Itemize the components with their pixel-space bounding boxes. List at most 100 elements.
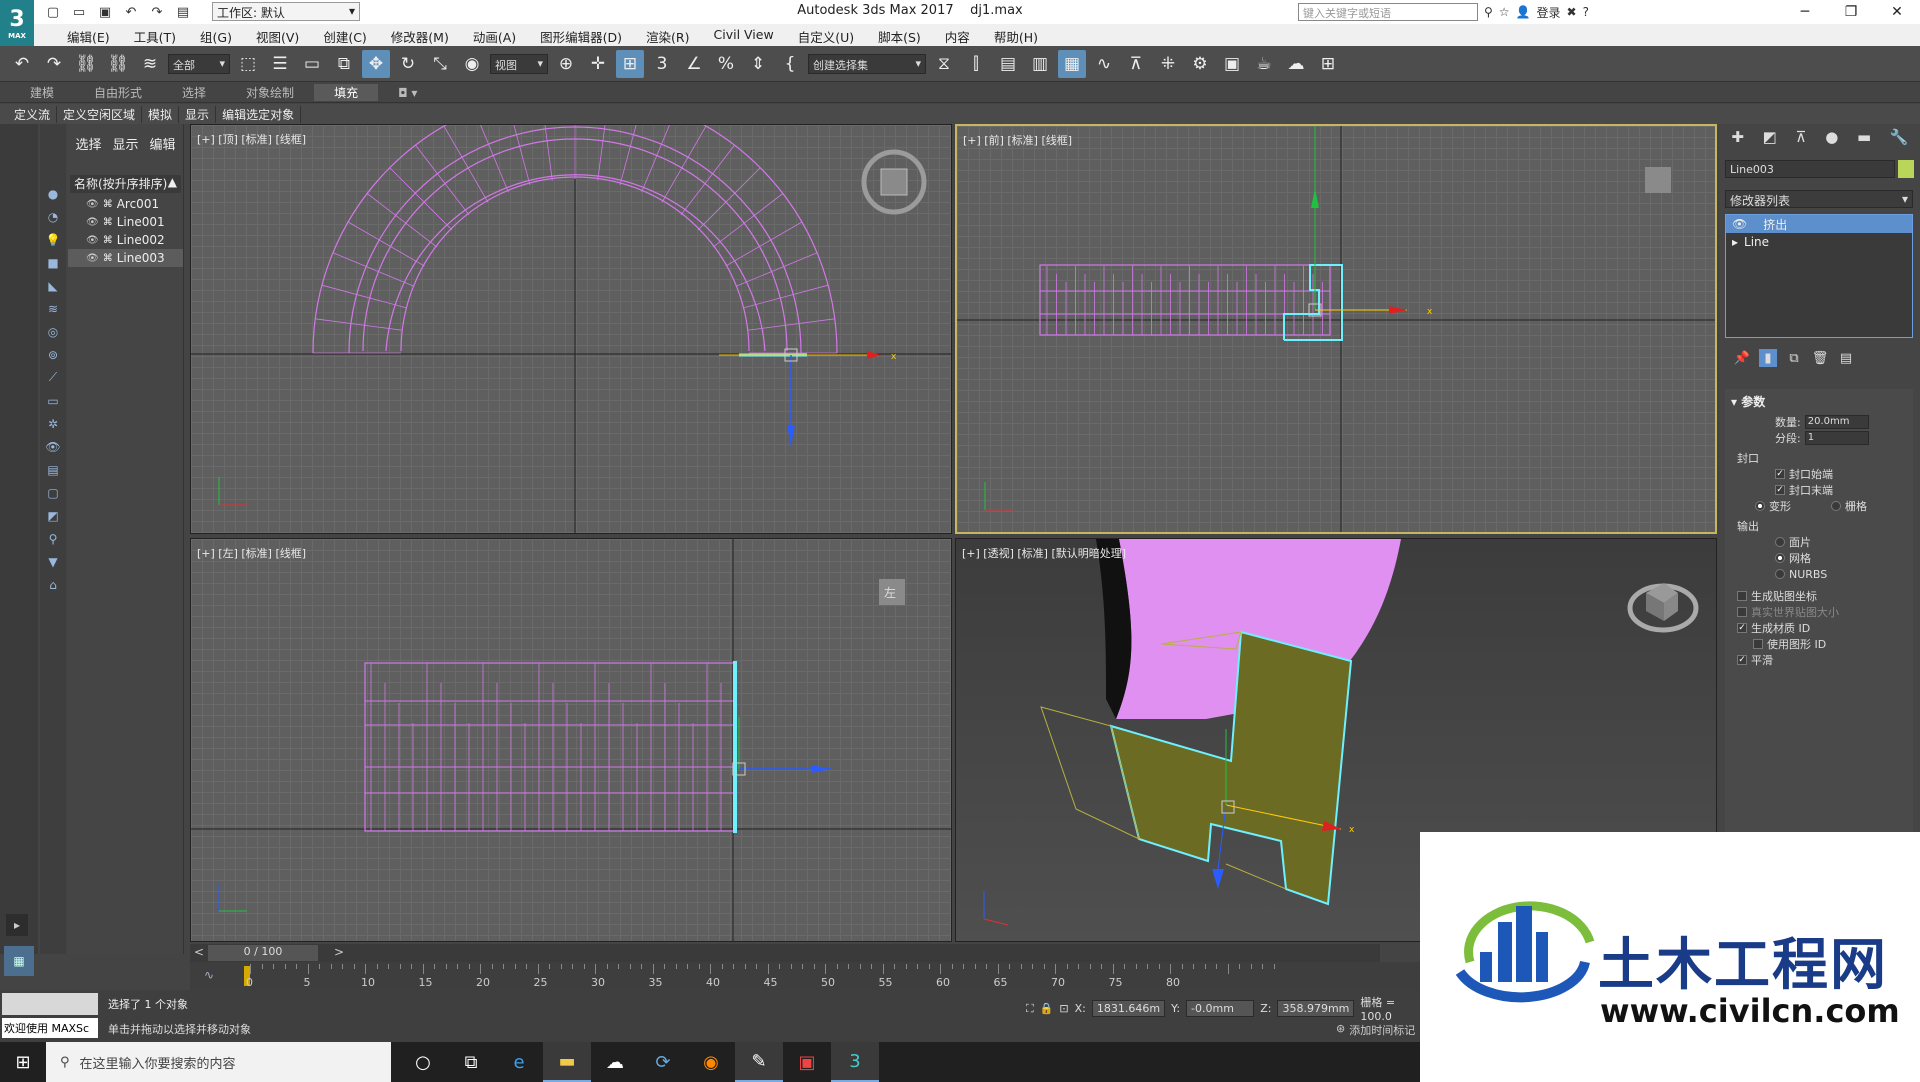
use-shape-row[interactable]: 使用图形 ID bbox=[1725, 636, 1913, 652]
ribbon-tab[interactable]: 选择 bbox=[162, 84, 226, 101]
firefox-icon[interactable]: ◉ bbox=[687, 1042, 735, 1082]
angle-snap-icon[interactable]: ∠ bbox=[680, 50, 708, 78]
spinner-snap-icon[interactable]: ⇕ bbox=[744, 50, 772, 78]
menu-item[interactable]: 脚本(S) bbox=[866, 27, 933, 46]
remove-modifier-icon[interactable]: 🗑 bbox=[1811, 349, 1829, 367]
keyboard-shortcut-icon[interactable]: ⊞ bbox=[616, 49, 644, 78]
prev-frame-icon[interactable]: < bbox=[194, 945, 204, 959]
cap-start-row[interactable]: ✓ 封口始端 bbox=[1725, 466, 1913, 482]
smooth-row[interactable]: ✓ 平滑 bbox=[1725, 652, 1913, 668]
maxscript-mini-input[interactable]: 欢迎使用 MAXSc bbox=[2, 1018, 98, 1038]
next-frame-icon[interactable]: > bbox=[334, 945, 344, 959]
redo-icon[interactable]: ↷ bbox=[40, 50, 68, 78]
explorer-column-header[interactable]: 名称(按升序排序) ▲ bbox=[70, 175, 181, 193]
material-editor-icon[interactable]: ⁜ bbox=[1154, 50, 1182, 78]
viewcube-left-face[interactable]: 左 bbox=[884, 585, 896, 600]
a360-gallery-icon[interactable]: ⊞ bbox=[1314, 50, 1342, 78]
curve-editor-mini-icon[interactable]: ∿ bbox=[204, 968, 214, 982]
add-time-tag[interactable]: ⊛ 添加时间标记 bbox=[1336, 1022, 1415, 1038]
ribbon-tab[interactable]: 自由形式 bbox=[74, 84, 162, 101]
visibility-eye-icon[interactable]: 👁 bbox=[86, 217, 99, 228]
curve-editor-icon[interactable]: ∿ bbox=[1090, 50, 1118, 78]
amount-spinner[interactable]: 20.0mm bbox=[1804, 415, 1869, 429]
menu-item[interactable]: 工具(T) bbox=[122, 27, 188, 46]
gen-mat-checkbox[interactable]: ✓ bbox=[1737, 623, 1747, 633]
selection-filter-dropdown[interactable]: 全部 ▾ bbox=[168, 53, 230, 74]
pin-stack-icon[interactable]: 📌 bbox=[1733, 349, 1751, 367]
nurbs-row[interactable]: NURBS bbox=[1725, 566, 1913, 582]
ribbon-panel-item[interactable]: 编辑选定对象 bbox=[216, 105, 302, 123]
menu-item[interactable]: 渲染(R) bbox=[634, 27, 701, 46]
menu-item[interactable]: 动画(A) bbox=[461, 27, 528, 46]
move-icon[interactable]: ✥ bbox=[362, 49, 390, 78]
link-icon[interactable]: ⛓ bbox=[72, 50, 100, 78]
chat-app-icon[interactable]: ☁ bbox=[591, 1042, 639, 1082]
containers-filter-icon[interactable]: ▭ bbox=[42, 391, 64, 410]
smooth-checkbox[interactable]: ✓ bbox=[1737, 655, 1747, 665]
select-manipulate-icon[interactable]: ✛ bbox=[584, 50, 612, 78]
time-slider-thumb[interactable]: 0 / 100 bbox=[208, 945, 318, 961]
help-icon[interactable]: ? bbox=[1583, 5, 1589, 19]
viewport-persp-label[interactable]: [+] [透视] [标准] [默认明暗处理] bbox=[962, 545, 1126, 561]
ribbon-tab[interactable]: 建模 bbox=[10, 84, 74, 101]
menu-item[interactable]: 帮助(H) bbox=[982, 27, 1050, 46]
viewport-left[interactable]: [+] [左] [标准] [线框] 左 bbox=[190, 538, 952, 942]
select-object-icon[interactable]: ⬚ bbox=[234, 50, 262, 78]
y-field[interactable]: -0.0mm bbox=[1186, 1000, 1255, 1017]
patch-radio[interactable] bbox=[1775, 537, 1785, 547]
groups-filter-icon[interactable]: ◎ bbox=[42, 322, 64, 341]
lock-icon[interactable]: 🔒 bbox=[1040, 1002, 1054, 1015]
save-icon[interactable]: ▣ bbox=[94, 2, 116, 22]
app-icon[interactable]: ⟳ bbox=[639, 1042, 687, 1082]
project-folder-icon[interactable]: ▤ bbox=[172, 2, 194, 22]
expand-arrow-icon[interactable]: ▸ bbox=[1732, 235, 1738, 249]
visibility-eye-icon[interactable]: 👁 bbox=[86, 199, 99, 210]
show-end-result-icon[interactable]: ▮ bbox=[1759, 349, 1777, 367]
open-file-icon[interactable]: ▭ bbox=[68, 2, 90, 22]
render-cloud-icon[interactable]: ☁ bbox=[1282, 50, 1310, 78]
utilities-tab-icon[interactable]: 🔧 bbox=[1890, 128, 1909, 146]
cameras-filter-icon[interactable]: ■ bbox=[42, 253, 64, 272]
ribbon-options-icon[interactable]: ◘ ▾ bbox=[378, 86, 437, 100]
app-logo[interactable]: 3 MAX bbox=[0, 0, 34, 46]
rect-selection-icon[interactable]: ▭ bbox=[298, 50, 326, 78]
hierarchy-tab-icon[interactable]: ⊼ bbox=[1796, 128, 1807, 146]
window-crossing-icon[interactable]: ⧉ bbox=[330, 50, 358, 78]
viewport-left-label[interactable]: [+] [左] [标准] [线框] bbox=[197, 545, 306, 561]
rotate-icon[interactable]: ↻ bbox=[394, 50, 422, 78]
user-icon[interactable]: 👤 bbox=[1516, 5, 1531, 19]
taskbar-search[interactable]: ⚲ 在这里输入你要搜索的内容 bbox=[46, 1042, 391, 1082]
explorer-item[interactable]: 👁 ⌘ Line002 bbox=[68, 231, 183, 249]
notepad-icon[interactable]: ✎ bbox=[735, 1042, 783, 1082]
mirror-icon[interactable]: ⧖ bbox=[930, 50, 958, 78]
particles-filter-icon[interactable]: ✲ bbox=[42, 414, 64, 433]
xrefs-filter-icon[interactable]: ⊚ bbox=[42, 345, 64, 364]
x-field[interactable]: 1831.646m bbox=[1091, 1000, 1166, 1017]
explorer-item[interactable]: 👁 ⌘ Line001 bbox=[68, 213, 183, 231]
visibility-eye-icon[interactable]: 👁 bbox=[86, 235, 99, 246]
layer-explorer-icon[interactable]: ▤ bbox=[994, 50, 1022, 78]
segments-spinner[interactable]: 1 bbox=[1804, 431, 1869, 445]
invert-display-icon[interactable]: ◩ bbox=[42, 506, 64, 525]
patch-row[interactable]: 面片 bbox=[1725, 534, 1913, 550]
viewport-front-label[interactable]: [+] [前] [标准] [线框] bbox=[963, 132, 1072, 148]
undo-icon[interactable]: ↶ bbox=[8, 50, 36, 78]
modify-tab-icon[interactable]: ◩ bbox=[1763, 128, 1777, 146]
use-shape-checkbox[interactable] bbox=[1753, 639, 1763, 649]
spacewarps-filter-icon[interactable]: ≋ bbox=[42, 299, 64, 318]
explorer-item[interactable]: 👁 ⌘ Line003 bbox=[68, 249, 183, 267]
filter-icon[interactable]: ▼ bbox=[42, 552, 64, 571]
ribbon-panel-item[interactable]: 显示 bbox=[179, 105, 217, 123]
new-file-icon[interactable]: ▢ bbox=[42, 2, 64, 22]
edge-icon[interactable]: e bbox=[495, 1042, 543, 1082]
pivot-center-icon[interactable]: ⊕ bbox=[552, 50, 580, 78]
time-slider[interactable]: < 0 / 100 > bbox=[190, 944, 1380, 962]
menu-item[interactable]: 内容 bbox=[933, 27, 982, 46]
stack-item-extrude[interactable]: 👁 挤出 bbox=[1726, 215, 1912, 233]
minimize-icon[interactable]: ─ bbox=[1782, 0, 1828, 24]
object-name-field[interactable]: Line003 bbox=[1725, 160, 1895, 178]
expand-icon[interactable]: ▸ bbox=[6, 914, 28, 936]
real-world-row[interactable]: 真实世界贴图大小 bbox=[1725, 604, 1913, 620]
visibility-eye-icon[interactable]: 👁 bbox=[86, 253, 99, 264]
stack-item-line[interactable]: ▸ Line bbox=[1726, 233, 1912, 251]
